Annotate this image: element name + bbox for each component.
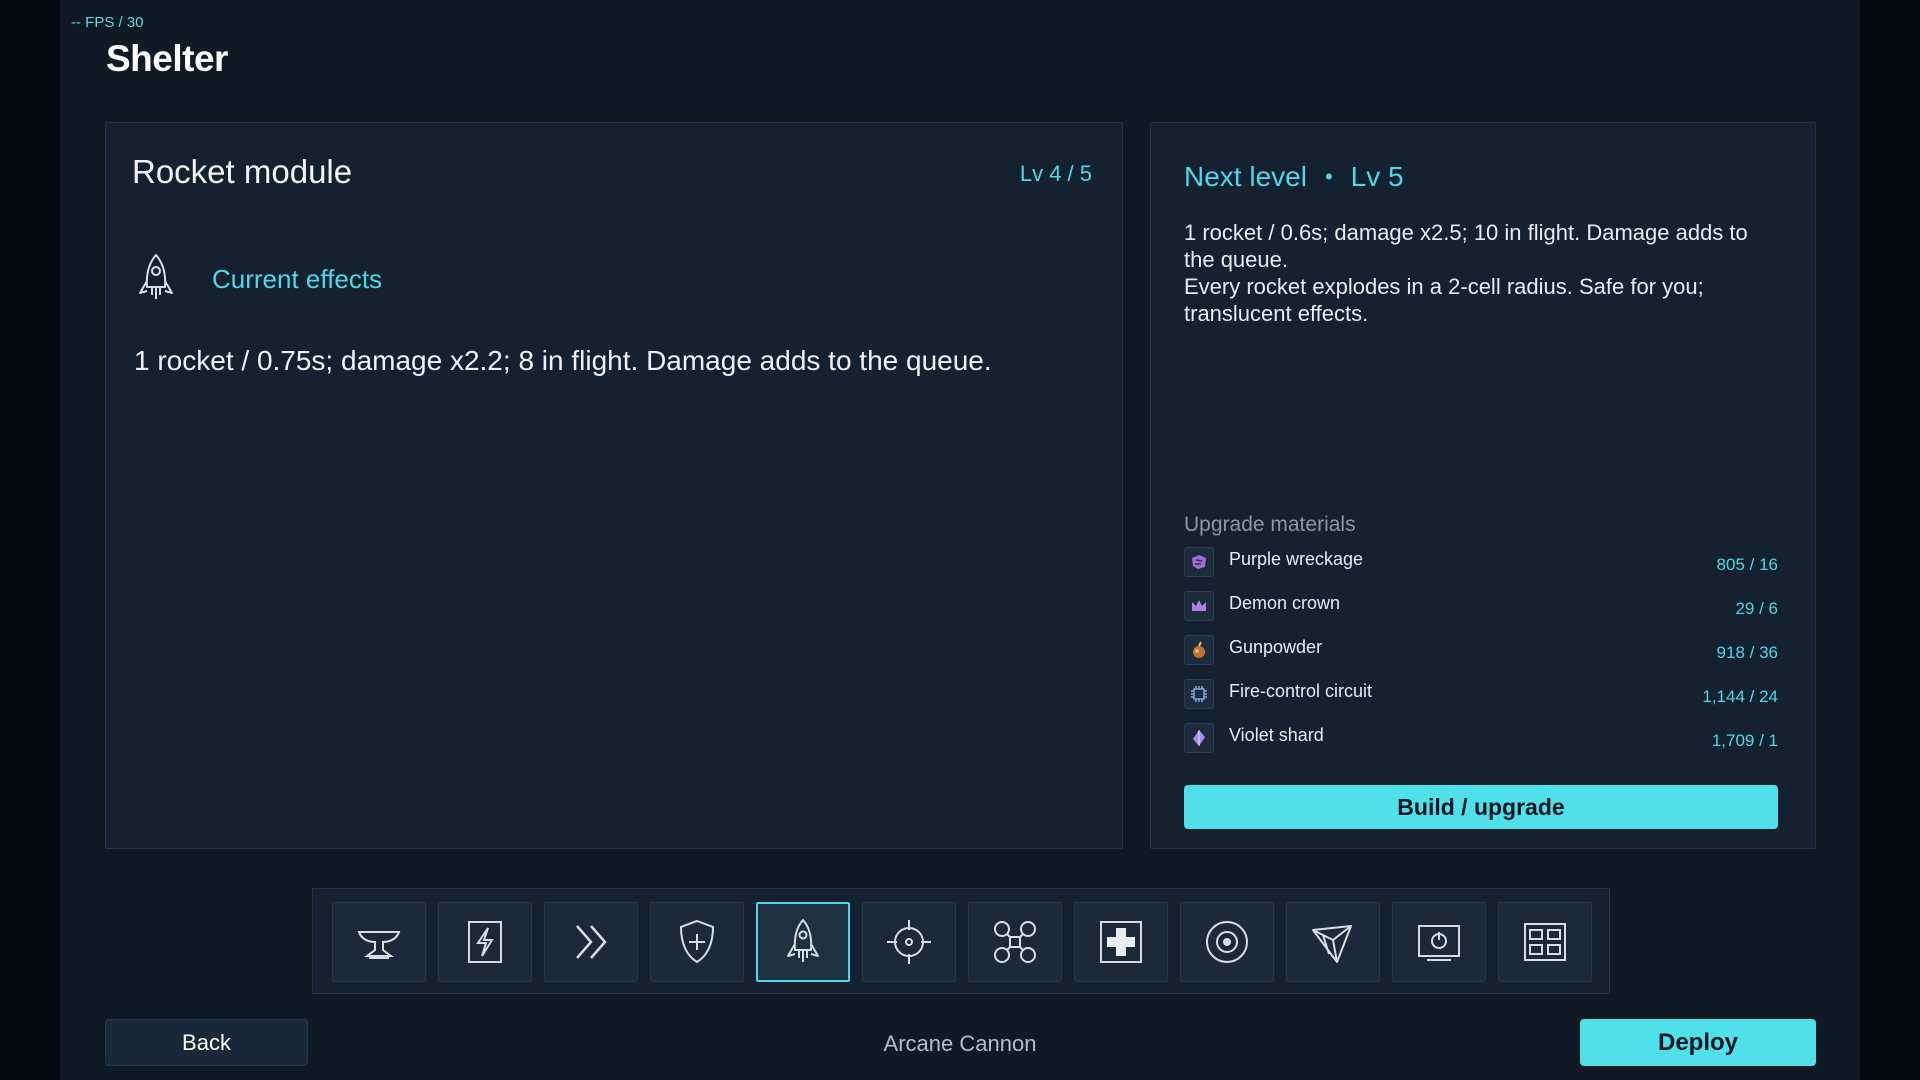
next-level-line: 1 rocket / 0.6s; damage x2.5; 10 in flig…	[1184, 220, 1748, 272]
tool-rocket[interactable]	[756, 902, 850, 982]
material-name: Gunpowder	[1229, 637, 1323, 657]
material-row: Demon crown 29 / 6	[1184, 589, 1778, 633]
target-icon	[1206, 921, 1248, 963]
tool-lightning[interactable]	[438, 902, 532, 982]
circuit-icon	[1184, 679, 1214, 709]
material-count: 1,144 / 24	[1702, 687, 1778, 706]
medkit-icon	[1100, 921, 1142, 963]
next-level-panel: Next level • Lv 5 1 rocket / 0.6s; damag…	[1150, 122, 1816, 849]
lightning-icon	[468, 921, 502, 963]
tool-shield[interactable]	[650, 902, 744, 982]
material-name: Demon crown	[1229, 593, 1341, 613]
next-level-header: Next level • Lv 5	[1184, 161, 1404, 193]
rocket-icon	[787, 919, 819, 962]
module-level-badge: Lv 4 / 5	[1019, 161, 1092, 186]
tool-speed[interactable]	[544, 902, 638, 982]
materials-list: Purple wreckage 805 / 16 Demon crown 29 …	[1184, 545, 1778, 765]
tool-prism[interactable]	[1286, 902, 1380, 982]
separator-dot: •	[1324, 164, 1333, 189]
drone-icon	[994, 921, 1036, 963]
prism-icon	[1312, 925, 1352, 963]
next-level-description: 1 rocket / 0.6s; damage x2.5; 10 in flig…	[1184, 219, 1784, 327]
module-panel: Rocket module Lv 4 / 5 Current effects 1…	[105, 122, 1123, 849]
material-count: 805 / 16	[1716, 555, 1778, 574]
material-count: 918 / 36	[1716, 643, 1778, 662]
build-upgrade-button[interactable]: Build / upgrade	[1184, 785, 1778, 829]
material-name: Purple wreckage	[1229, 549, 1364, 569]
monitor-power-icon	[1418, 925, 1460, 961]
rocket-icon	[132, 251, 180, 307]
page-title: Shelter	[106, 38, 228, 79]
double-chevron-icon	[576, 925, 607, 959]
module-title: Rocket module	[132, 153, 353, 190]
shield-plus-icon	[679, 919, 715, 964]
tool-crosshair[interactable]	[862, 902, 956, 982]
anvil-icon	[357, 931, 401, 959]
material-count: 1,709 / 1	[1711, 731, 1778, 750]
materials-heading: Upgrade materials	[1184, 513, 1356, 536]
crosshair-icon	[887, 920, 931, 964]
tool-anvil[interactable]	[332, 902, 426, 982]
demon-crown-icon	[1184, 591, 1214, 621]
tool-drone[interactable]	[968, 902, 1062, 982]
material-row: Violet shard 1,709 / 1	[1184, 721, 1778, 765]
module-toolbar	[312, 888, 1610, 994]
deploy-button[interactable]: Deploy	[1580, 1019, 1816, 1066]
tool-monitor[interactable]	[1392, 902, 1486, 982]
current-effects-label: Current effects	[212, 263, 383, 294]
grid-modules-icon	[1524, 923, 1566, 961]
next-level-line: Every rocket explodes in a 2-cell radius…	[1184, 274, 1704, 326]
tool-target[interactable]	[1180, 902, 1274, 982]
violet-shard-icon	[1184, 723, 1214, 753]
material-name: Violet shard	[1229, 725, 1324, 745]
purple-wreckage-icon	[1184, 547, 1214, 577]
fps-counter: -- FPS / 30	[71, 14, 144, 31]
current-effects-header: Current effects	[132, 251, 382, 307]
tool-grid[interactable]	[1498, 902, 1592, 982]
tool-medkit[interactable]	[1074, 902, 1168, 982]
material-row: Purple wreckage 805 / 16	[1184, 545, 1778, 589]
next-level-label: Next level	[1184, 161, 1307, 192]
material-row: Gunpowder 918 / 36	[1184, 633, 1778, 677]
current-effects-text: 1 rocket / 0.75s; damage x2.2; 8 in flig…	[134, 345, 992, 376]
material-count: 29 / 6	[1735, 599, 1778, 618]
gunpowder-icon	[1184, 635, 1214, 665]
material-row: Fire-control circuit 1,144 / 24	[1184, 677, 1778, 721]
material-name: Fire-control circuit	[1229, 681, 1373, 701]
next-level-value: Lv 5	[1350, 161, 1404, 192]
